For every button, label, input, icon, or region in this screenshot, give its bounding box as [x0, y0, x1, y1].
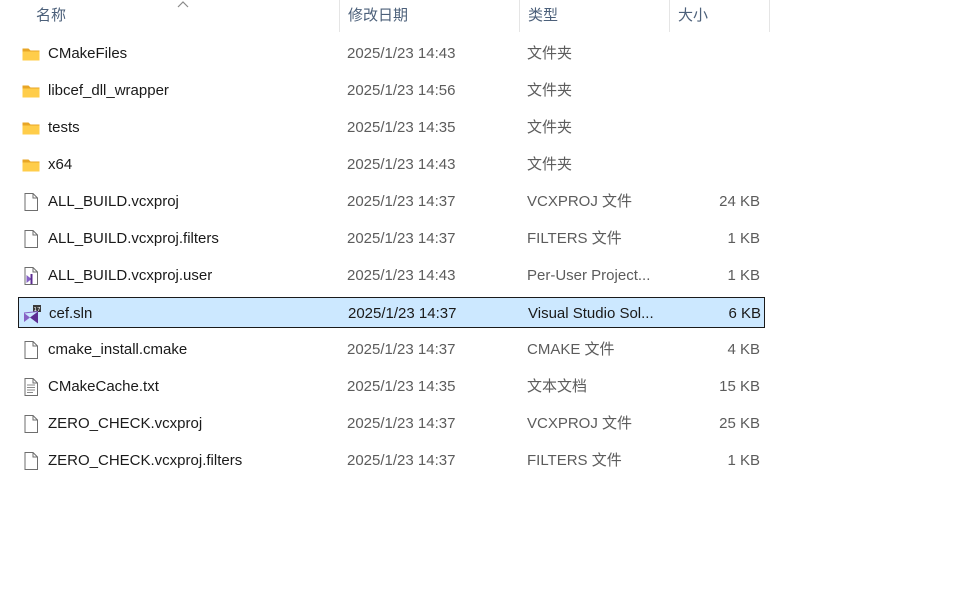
column-header-date-label: 修改日期 [348, 7, 409, 24]
file-type: VCXPROJ 文件 [527, 415, 633, 432]
file-size: 1 KB [727, 267, 760, 284]
file-row[interactable]: ZERO_CHECK.vcxproj 2025/1/23 14:37 VCXPROJ… [18, 408, 765, 439]
file-size [670, 112, 760, 143]
file-row[interactable]: libcef_dll_wrapper 2025/1/23 14:56 文件夹 [18, 75, 765, 106]
file-icon-cell [21, 75, 43, 106]
file-size: 15 KB [719, 378, 760, 395]
file-row[interactable]: tests 2025/1/23 14:35 文件夹 [18, 112, 765, 143]
file-type: Per-User Project... [527, 267, 651, 284]
column-header-type-label: 类型 [528, 7, 559, 24]
file-row[interactable]: ALL_BUILD.vcxproj 2025/1/23 14:37 VCXPROJ … [18, 186, 765, 217]
file-size [670, 38, 760, 69]
column-header-name-label: 名称 [36, 7, 67, 24]
file-type: 文件夹 [527, 45, 573, 62]
file-name: ALL_BUILD.vcxproj [48, 193, 179, 210]
file-type: 文件夹 [527, 119, 573, 136]
file-size: 6 KB [728, 305, 761, 322]
folder-icon [21, 81, 41, 101]
file-name: libcef_dll_wrapper [48, 82, 169, 99]
file-type: VCXPROJ 文件 [527, 193, 633, 210]
file-type: 文件夹 [527, 156, 573, 173]
file-type: FILTERS 文件 [527, 230, 622, 247]
file-row[interactable]: ZERO_CHECK.vcxproj.filters 2025/1/23 14:3… [18, 445, 765, 476]
file-size: 4 KB [727, 341, 760, 358]
file-icon-cell [21, 223, 43, 254]
file-type: 文件夹 [527, 82, 573, 99]
folder-icon [21, 155, 41, 175]
file-type: CMAKE 文件 [527, 341, 615, 358]
folder-icon [21, 44, 41, 64]
file-row[interactable]: CMakeFiles 2025/1/23 14:43 文件夹 [18, 38, 765, 69]
file-row[interactable]: ALL_BUILD.vcxproj.filters 2025/1/23 14:37… [18, 223, 765, 254]
file-icon [21, 192, 41, 212]
file-icon-cell [21, 260, 43, 291]
file-size: 1 KB [727, 452, 760, 469]
file-icon-cell [21, 371, 43, 402]
vs-user-file-icon [21, 266, 41, 286]
file-modified-date: 2025/1/23 14:37 [347, 415, 456, 432]
file-modified-date: 2025/1/23 14:35 [347, 119, 456, 136]
file-type: Visual Studio Sol... [528, 305, 654, 322]
file-icon [21, 414, 41, 434]
folder-icon [21, 118, 41, 138]
column-header-size-label: 大小 [678, 7, 709, 24]
sort-ascending-icon [177, 1, 189, 8]
file-type: 文本文档 [527, 378, 588, 395]
file-row[interactable]: x64 2025/1/23 14:43 文件夹 [18, 149, 765, 180]
file-row[interactable]: ALL_BUILD.vcxproj.user 2025/1/23 14:43 Per… [18, 260, 765, 291]
file-type: FILTERS 文件 [527, 452, 622, 469]
file-size: 24 KB [719, 193, 760, 210]
file-size [670, 75, 760, 106]
file-modified-date: 2025/1/23 14:37 [347, 452, 456, 469]
text-file-icon [21, 377, 41, 397]
file-icon [21, 451, 41, 471]
file-icon-cell [21, 445, 43, 476]
column-header-bar: 名称 修改日期 类型 大小 [0, 0, 770, 32]
file-name: CMakeCache.txt [48, 378, 159, 395]
file-row[interactable]: cmake_install.cmake 2025/1/23 14:37 CMAKE … [18, 334, 765, 365]
file-icon-cell [21, 408, 43, 439]
column-header-type[interactable]: 类型 [519, 0, 670, 32]
column-header-date[interactable]: 修改日期 [339, 0, 520, 32]
file-name: CMakeFiles [48, 45, 128, 62]
file-size: 25 KB [719, 415, 760, 432]
file-name: ZERO_CHECK.vcxproj.filters [48, 452, 243, 469]
file-modified-date: 2025/1/23 14:35 [347, 378, 456, 395]
file-modified-date: 2025/1/23 14:56 [347, 82, 456, 99]
file-row[interactable]: CMakeCache.txt 2025/1/23 14:35 文本文档 15 KB [18, 371, 765, 402]
file-icon-cell [21, 334, 43, 365]
file-modified-date: 2025/1/23 14:37 [347, 341, 456, 358]
file-modified-date: 2025/1/23 14:37 [348, 305, 457, 322]
file-name: cef.sln [49, 305, 93, 322]
file-icon-cell [21, 186, 43, 217]
file-modified-date: 2025/1/23 14:43 [347, 45, 456, 62]
file-name: ALL_BUILD.vcxproj.filters [48, 230, 219, 247]
vs-solution-icon: 17 [22, 304, 42, 324]
file-modified-date: 2025/1/23 14:37 [347, 193, 456, 210]
file-name: ZERO_CHECK.vcxproj [48, 415, 203, 432]
file-name: x64 [48, 156, 73, 173]
file-icon [21, 340, 41, 360]
file-row[interactable]: 17 cef.sln 2025/1/23 14:37 Visual Studio So… [18, 297, 765, 328]
file-icon [21, 229, 41, 249]
file-name: tests [48, 119, 80, 136]
file-icon-cell [21, 112, 43, 143]
file-modified-date: 2025/1/23 14:43 [347, 267, 456, 284]
column-header-size[interactable]: 大小 [669, 0, 770, 32]
file-size [670, 149, 760, 180]
file-icon-cell [21, 38, 43, 69]
file-modified-date: 2025/1/23 14:43 [347, 156, 456, 173]
file-icon-cell [21, 149, 43, 180]
file-size: 1 KB [727, 230, 760, 247]
file-name: ALL_BUILD.vcxproj.user [48, 267, 213, 284]
file-icon-cell: 17 [22, 298, 44, 329]
file-name: cmake_install.cmake [48, 341, 188, 358]
file-modified-date: 2025/1/23 14:37 [347, 230, 456, 247]
